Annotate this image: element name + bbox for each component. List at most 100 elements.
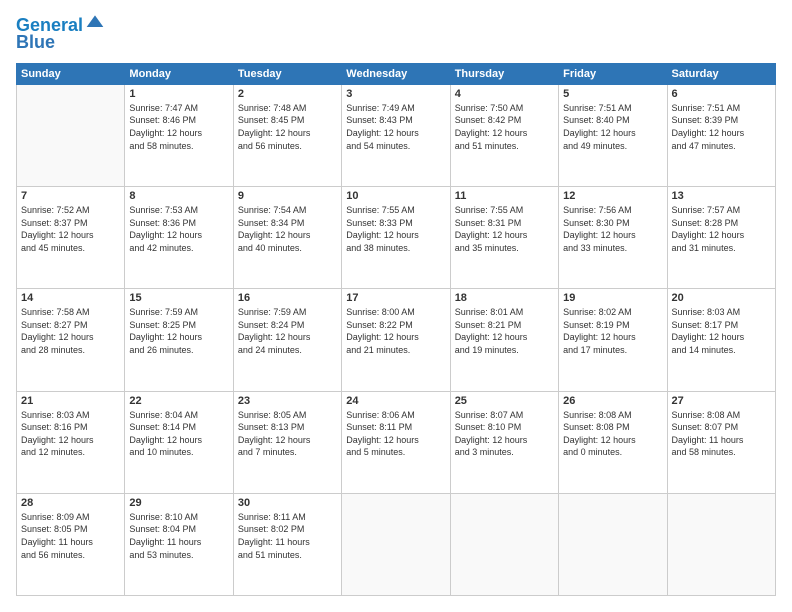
day-info: Sunrise: 8:11 AM Sunset: 8:02 PM Dayligh… bbox=[238, 511, 337, 561]
weekday-header-wednesday: Wednesday bbox=[342, 63, 450, 84]
calendar-cell: 26 Sunrise: 8:08 AM Sunset: 8:08 PM Dayli… bbox=[559, 391, 667, 493]
day-number: 25 bbox=[455, 395, 554, 407]
day-info: Sunrise: 7:56 AM Sunset: 8:30 PM Dayligh… bbox=[563, 204, 662, 254]
calendar-cell: 23 Sunrise: 8:05 AM Sunset: 8:13 PM Dayli… bbox=[233, 391, 341, 493]
day-info: Sunrise: 7:51 AM Sunset: 8:40 PM Dayligh… bbox=[563, 102, 662, 152]
calendar-cell: 2 Sunrise: 7:48 AM Sunset: 8:45 PM Daylig… bbox=[233, 84, 341, 186]
calendar-cell: 8 Sunrise: 7:53 AM Sunset: 8:36 PM Daylig… bbox=[125, 187, 233, 289]
day-number: 8 bbox=[129, 190, 228, 202]
day-number: 6 bbox=[672, 88, 771, 100]
day-number: 28 bbox=[21, 497, 120, 509]
day-number: 16 bbox=[238, 292, 337, 304]
day-info: Sunrise: 8:03 AM Sunset: 8:17 PM Dayligh… bbox=[672, 306, 771, 356]
day-number: 5 bbox=[563, 88, 662, 100]
calendar-cell: 21 Sunrise: 8:03 AM Sunset: 8:16 PM Dayli… bbox=[17, 391, 125, 493]
header: General Blue bbox=[16, 16, 776, 53]
calendar-cell bbox=[342, 493, 450, 595]
weekday-header-monday: Monday bbox=[125, 63, 233, 84]
calendar-cell: 1 Sunrise: 7:47 AM Sunset: 8:46 PM Daylig… bbox=[125, 84, 233, 186]
day-info: Sunrise: 8:10 AM Sunset: 8:04 PM Dayligh… bbox=[129, 511, 228, 561]
calendar-cell: 18Sunrise: 8:01 AM Sunset: 8:21 PM Dayli… bbox=[450, 289, 558, 391]
day-number: 4 bbox=[455, 88, 554, 100]
calendar-cell: 16 Sunrise: 7:59 AM Sunset: 8:24 PM Dayli… bbox=[233, 289, 341, 391]
day-number: 20 bbox=[672, 292, 771, 304]
week-row-3: 14Sunrise: 7:58 AM Sunset: 8:27 PM Dayli… bbox=[17, 289, 776, 391]
logo: General Blue bbox=[16, 16, 105, 53]
day-number: 26 bbox=[563, 395, 662, 407]
day-number: 10 bbox=[346, 190, 445, 202]
weekday-header-saturday: Saturday bbox=[667, 63, 775, 84]
calendar-cell: 27 Sunrise: 8:08 AM Sunset: 8:07 PM Dayli… bbox=[667, 391, 775, 493]
day-info: Sunrise: 8:00 AM Sunset: 8:22 PM Dayligh… bbox=[346, 306, 445, 356]
day-number: 30 bbox=[238, 497, 337, 509]
calendar-cell: 9 Sunrise: 7:54 AM Sunset: 8:34 PM Daylig… bbox=[233, 187, 341, 289]
day-number: 13 bbox=[672, 190, 771, 202]
day-number: 1 bbox=[129, 88, 228, 100]
calendar-cell: 10 Sunrise: 7:55 AM Sunset: 8:33 PM Dayli… bbox=[342, 187, 450, 289]
weekday-header-friday: Friday bbox=[559, 63, 667, 84]
calendar-cell: 20 Sunrise: 8:03 AM Sunset: 8:17 PM Dayli… bbox=[667, 289, 775, 391]
calendar-cell: 4 Sunrise: 7:50 AM Sunset: 8:42 PM Daylig… bbox=[450, 84, 558, 186]
day-number: 23 bbox=[238, 395, 337, 407]
week-row-1: 1 Sunrise: 7:47 AM Sunset: 8:46 PM Daylig… bbox=[17, 84, 776, 186]
weekday-header-sunday: Sunday bbox=[17, 63, 125, 84]
week-row-4: 21 Sunrise: 8:03 AM Sunset: 8:16 PM Dayli… bbox=[17, 391, 776, 493]
day-number: 2 bbox=[238, 88, 337, 100]
day-info: Sunrise: 8:03 AM Sunset: 8:16 PM Dayligh… bbox=[21, 409, 120, 459]
day-number: 17 bbox=[346, 292, 445, 304]
week-row-2: 7Sunrise: 7:52 AM Sunset: 8:37 PM Daylig… bbox=[17, 187, 776, 289]
day-info: Sunrise: 8:08 AM Sunset: 8:07 PM Dayligh… bbox=[672, 409, 771, 459]
day-number: 22 bbox=[129, 395, 228, 407]
calendar-cell: 7Sunrise: 7:52 AM Sunset: 8:37 PM Daylig… bbox=[17, 187, 125, 289]
day-info: Sunrise: 7:58 AM Sunset: 8:27 PM Dayligh… bbox=[21, 306, 120, 356]
day-info: Sunrise: 7:54 AM Sunset: 8:34 PM Dayligh… bbox=[238, 204, 337, 254]
day-info: Sunrise: 8:02 AM Sunset: 8:19 PM Dayligh… bbox=[563, 306, 662, 356]
day-info: Sunrise: 7:55 AM Sunset: 8:33 PM Dayligh… bbox=[346, 204, 445, 254]
day-number: 9 bbox=[238, 190, 337, 202]
calendar-cell: 12 Sunrise: 7:56 AM Sunset: 8:30 PM Dayli… bbox=[559, 187, 667, 289]
calendar-cell bbox=[559, 493, 667, 595]
day-number: 27 bbox=[672, 395, 771, 407]
calendar-cell bbox=[17, 84, 125, 186]
day-info: Sunrise: 8:06 AM Sunset: 8:11 PM Dayligh… bbox=[346, 409, 445, 459]
page: General Blue SundayMondayTuesdayWednesda… bbox=[0, 0, 792, 612]
calendar-cell: 15Sunrise: 7:59 AM Sunset: 8:25 PM Dayli… bbox=[125, 289, 233, 391]
day-number: 12 bbox=[563, 190, 662, 202]
weekday-header-row: SundayMondayTuesdayWednesdayThursdayFrid… bbox=[17, 63, 776, 84]
day-number: 24 bbox=[346, 395, 445, 407]
day-number: 3 bbox=[346, 88, 445, 100]
day-info: Sunrise: 7:55 AM Sunset: 8:31 PM Dayligh… bbox=[455, 204, 554, 254]
day-info: Sunrise: 8:09 AM Sunset: 8:05 PM Dayligh… bbox=[21, 511, 120, 561]
calendar-table: SundayMondayTuesdayWednesdayThursdayFrid… bbox=[16, 63, 776, 596]
calendar-cell: 3 Sunrise: 7:49 AM Sunset: 8:43 PM Daylig… bbox=[342, 84, 450, 186]
day-info: Sunrise: 7:53 AM Sunset: 8:36 PM Dayligh… bbox=[129, 204, 228, 254]
day-number: 29 bbox=[129, 497, 228, 509]
day-info: Sunrise: 7:59 AM Sunset: 8:24 PM Dayligh… bbox=[238, 306, 337, 356]
day-info: Sunrise: 7:51 AM Sunset: 8:39 PM Dayligh… bbox=[672, 102, 771, 152]
logo-icon bbox=[85, 12, 105, 32]
day-info: Sunrise: 8:01 AM Sunset: 8:21 PM Dayligh… bbox=[455, 306, 554, 356]
calendar-cell: 24 Sunrise: 8:06 AM Sunset: 8:11 PM Dayli… bbox=[342, 391, 450, 493]
calendar-cell: 28 Sunrise: 8:09 AM Sunset: 8:05 PM Dayli… bbox=[17, 493, 125, 595]
day-info: Sunrise: 7:48 AM Sunset: 8:45 PM Dayligh… bbox=[238, 102, 337, 152]
calendar-cell: 29 Sunrise: 8:10 AM Sunset: 8:04 PM Dayli… bbox=[125, 493, 233, 595]
day-number: 21 bbox=[21, 395, 120, 407]
day-info: Sunrise: 7:47 AM Sunset: 8:46 PM Dayligh… bbox=[129, 102, 228, 152]
day-info: Sunrise: 8:05 AM Sunset: 8:13 PM Dayligh… bbox=[238, 409, 337, 459]
calendar-cell: 17 Sunrise: 8:00 AM Sunset: 8:22 PM Dayli… bbox=[342, 289, 450, 391]
day-info: Sunrise: 7:57 AM Sunset: 8:28 PM Dayligh… bbox=[672, 204, 771, 254]
day-info: Sunrise: 7:50 AM Sunset: 8:42 PM Dayligh… bbox=[455, 102, 554, 152]
calendar-cell: 30 Sunrise: 8:11 AM Sunset: 8:02 PM Dayli… bbox=[233, 493, 341, 595]
day-number: 7 bbox=[21, 190, 120, 202]
day-info: Sunrise: 7:49 AM Sunset: 8:43 PM Dayligh… bbox=[346, 102, 445, 152]
day-number: 11 bbox=[455, 190, 554, 202]
day-info: Sunrise: 8:08 AM Sunset: 8:08 PM Dayligh… bbox=[563, 409, 662, 459]
day-number: 19 bbox=[563, 292, 662, 304]
calendar-cell: 19 Sunrise: 8:02 AM Sunset: 8:19 PM Dayli… bbox=[559, 289, 667, 391]
week-row-5: 28 Sunrise: 8:09 AM Sunset: 8:05 PM Dayli… bbox=[17, 493, 776, 595]
calendar-cell bbox=[667, 493, 775, 595]
weekday-header-thursday: Thursday bbox=[450, 63, 558, 84]
calendar-cell bbox=[450, 493, 558, 595]
weekday-header-tuesday: Tuesday bbox=[233, 63, 341, 84]
day-info: Sunrise: 8:04 AM Sunset: 8:14 PM Dayligh… bbox=[129, 409, 228, 459]
